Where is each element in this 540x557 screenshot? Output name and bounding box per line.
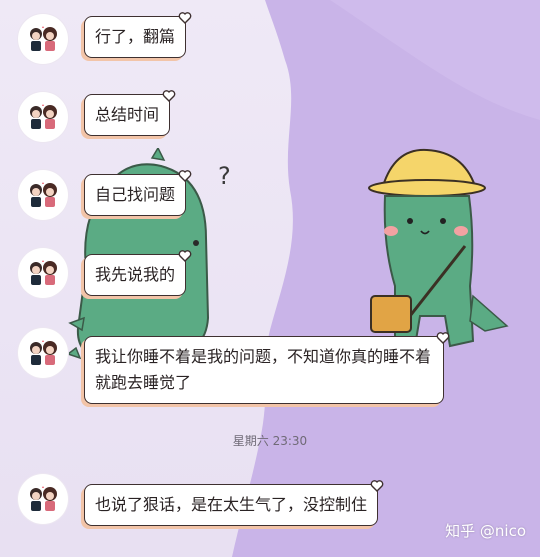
avatar[interactable] xyxy=(18,92,68,142)
message-bubble[interactable]: 总结时间 xyxy=(84,90,176,136)
heart-icon xyxy=(178,12,192,24)
chat-wallpaper: ? xyxy=(0,0,540,557)
question-mark-text: ? xyxy=(218,162,231,190)
heart-icon xyxy=(162,90,176,102)
avatar-couple-icon xyxy=(30,182,57,207)
message-text: 自己找问题 xyxy=(95,185,176,204)
heart-icon xyxy=(370,480,384,492)
avatar[interactable] xyxy=(18,328,68,378)
message-text: 我让你睡不着是我的问题，不知道你真的睡不着就跑去睡觉了 xyxy=(95,347,432,392)
avatar-couple-icon xyxy=(30,260,57,285)
question-mark-doodle: ? xyxy=(218,162,231,190)
right-dinosaur-illustration xyxy=(368,148,509,348)
avatar-couple-icon xyxy=(30,486,57,511)
avatar[interactable] xyxy=(18,170,68,220)
avatar-couple-icon xyxy=(30,340,57,365)
heart-icon xyxy=(178,250,192,262)
heart-icon xyxy=(436,332,450,344)
avatar-couple-icon xyxy=(30,104,57,129)
message-text: 总结时间 xyxy=(95,105,160,124)
message-bubble[interactable]: 行了，翻篇 xyxy=(84,12,192,58)
heart-icon xyxy=(178,170,192,182)
message-text: 也说了狠话，是在太生气了，没控制住 xyxy=(95,495,368,514)
avatar[interactable] xyxy=(18,474,68,524)
message-text: 我先说我的 xyxy=(95,265,176,284)
avatar[interactable] xyxy=(18,14,68,64)
message-text: 行了，翻篇 xyxy=(95,27,176,46)
avatar-couple-icon xyxy=(30,26,57,51)
message-bubble[interactable]: 我让你睡不着是我的问题，不知道你真的睡不着就跑去睡觉了 xyxy=(84,332,450,404)
timestamp: 星期六 23:30 xyxy=(232,434,308,448)
message-bubble[interactable]: 我先说我的 xyxy=(84,250,192,296)
avatar[interactable] xyxy=(18,248,68,298)
message-bubble[interactable]: 也说了狠话，是在太生气了，没控制住 xyxy=(84,480,384,526)
message-bubble[interactable]: 自己找问题 xyxy=(84,170,192,216)
watermark: 知乎 @nico xyxy=(445,522,526,540)
